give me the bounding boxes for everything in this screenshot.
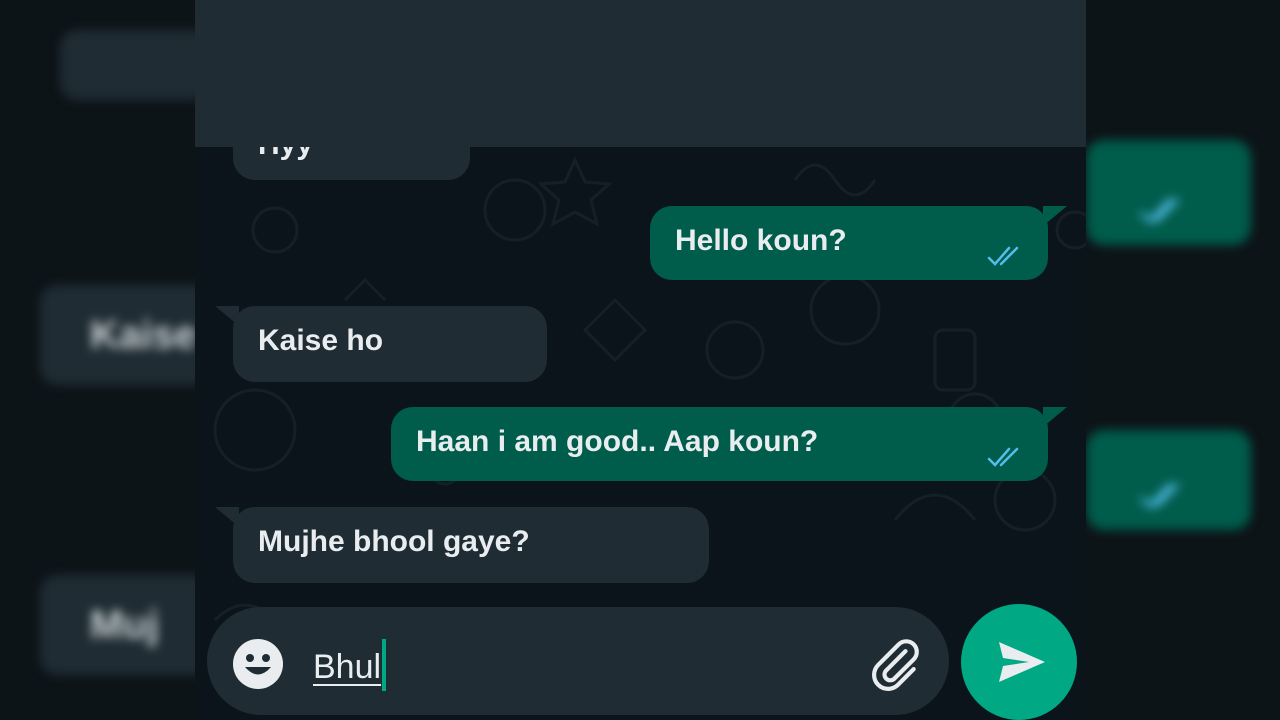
blurred-bubble — [1086, 140, 1251, 245]
emoji-icon[interactable] — [232, 638, 284, 690]
message-input-value: Bhul — [313, 647, 382, 686]
bubble-tail — [215, 507, 239, 527]
blurred-ticks-icon — [1139, 482, 1180, 509]
incoming-message[interactable]: Kaise ho — [233, 306, 547, 382]
bubble-tail — [1043, 206, 1067, 226]
send-button[interactable] — [961, 604, 1077, 720]
blurred-bubble — [1086, 430, 1251, 530]
message-text: Kaise ho — [258, 324, 384, 357]
blurred-background-right — [1086, 0, 1280, 720]
message-text: Hello koun? — [675, 224, 847, 257]
message-text: Mujhe bhool gaye? — [258, 525, 530, 558]
blurred-text: Kaise — [90, 313, 195, 357]
message-composer[interactable]: Bhul — [207, 607, 949, 715]
bubble-tail — [215, 306, 239, 326]
message-text: Hyy — [258, 128, 314, 161]
avatar-image — [272, 36, 342, 121]
video-call-icon[interactable] — [785, 62, 837, 96]
back-arrow-icon[interactable] — [213, 56, 257, 100]
blurred-bubble: Muj — [40, 575, 195, 675]
blurred-background-left: Kaise Muj — [0, 0, 195, 720]
contact-status: online — [371, 92, 451, 122]
more-options-icon[interactable] — [1025, 57, 1041, 101]
outgoing-message[interactable]: Haan i am good.. Aap koun? — [391, 407, 1048, 481]
outgoing-message[interactable]: Hello koun? — [650, 206, 1048, 280]
message-text: Haan i am good.. Aap koun? — [416, 425, 819, 458]
blurred-bubble: Kaise — [40, 285, 195, 385]
attach-icon[interactable] — [867, 636, 923, 692]
read-ticks-icon — [987, 246, 1019, 266]
incoming-message[interactable]: Hyy — [233, 120, 470, 180]
blurred-ticks-icon — [1139, 197, 1180, 224]
blurred-bubble — [60, 30, 195, 100]
voice-call-icon[interactable] — [905, 57, 953, 105]
bubble-tail — [1043, 407, 1067, 427]
contact-name[interactable]: Mounica — [371, 34, 533, 79]
blurred-text: Muj — [90, 603, 159, 647]
chat-screen: Mounica online Hyy Hello koun? Kaise ho … — [195, 0, 1086, 720]
read-ticks-icon — [987, 447, 1019, 467]
contact-avatar[interactable] — [262, 33, 350, 121]
incoming-message[interactable]: Mujhe bhool gaye? — [233, 507, 709, 583]
send-icon — [999, 642, 1045, 682]
text-caret — [382, 639, 387, 691]
message-input[interactable]: Bhul — [313, 639, 387, 695]
